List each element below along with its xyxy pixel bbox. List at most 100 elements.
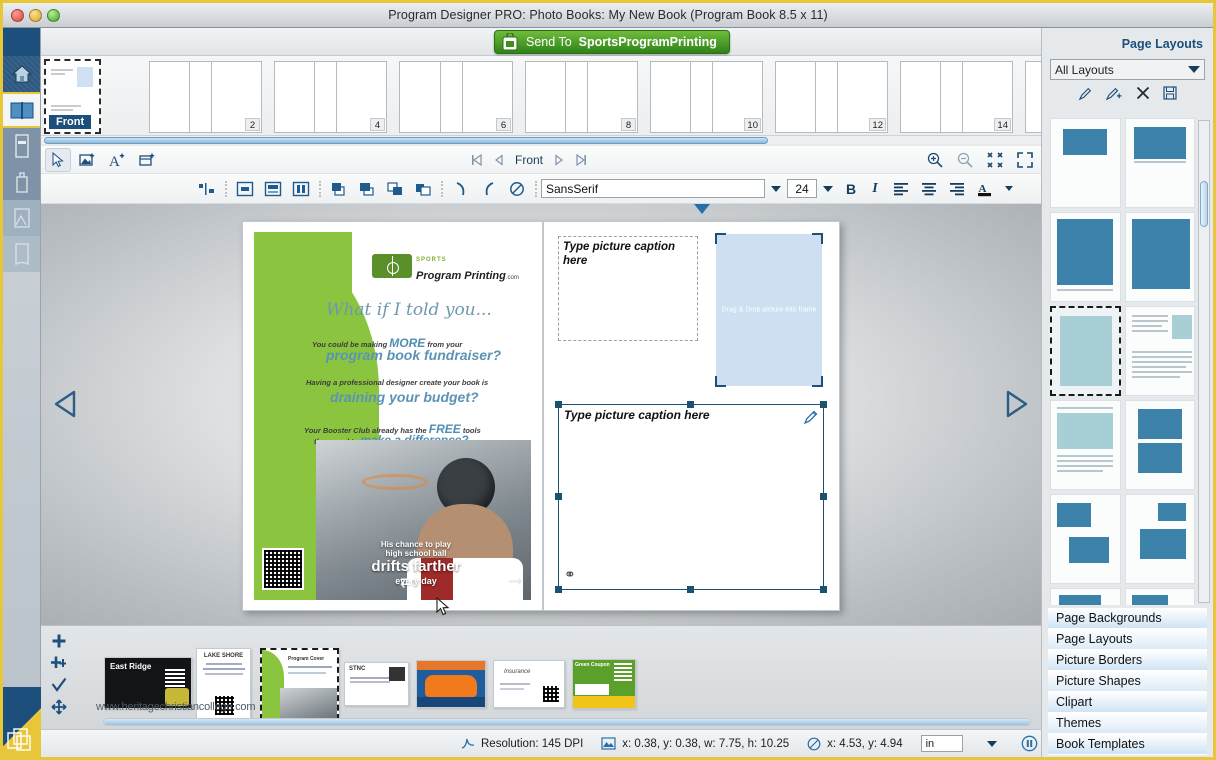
align-left-button[interactable] bbox=[890, 179, 912, 199]
layout-panel-scrollbar[interactable] bbox=[1198, 120, 1210, 603]
list-item[interactable]: STNC bbox=[344, 662, 409, 706]
bold-button[interactable]: B bbox=[841, 179, 861, 199]
picture-frame-large-selected[interactable]: Type picture caption here ⚭ bbox=[558, 404, 824, 590]
resize-handle-tl[interactable] bbox=[555, 401, 562, 408]
align-object-middle-icon[interactable] bbox=[262, 179, 284, 199]
zoom-in-button[interactable] bbox=[927, 152, 943, 168]
bring-to-front-icon[interactable] bbox=[328, 179, 350, 199]
bring-forward-icon[interactable] bbox=[356, 179, 378, 199]
page-strip-scrollbar[interactable] bbox=[41, 135, 1041, 144]
page-thumbnail-strip[interactable]: Front 1 2 3 4 5 6 7 8 9 10 11 12 13 14 1… bbox=[41, 56, 1041, 138]
layout-picture-over-text[interactable] bbox=[1050, 400, 1121, 490]
send-to-printing-button[interactable]: Send To SportsProgramPrinting bbox=[494, 30, 730, 54]
next-page-button[interactable] bbox=[553, 154, 565, 166]
chevron-down-icon[interactable] bbox=[1188, 66, 1200, 73]
list-item-selected[interactable]: Program Cover bbox=[260, 648, 339, 720]
layout-full-portrait-b[interactable] bbox=[1125, 212, 1196, 302]
italic-button[interactable]: I bbox=[865, 179, 885, 199]
font-family-input[interactable]: SansSerif bbox=[541, 179, 765, 198]
expand-button[interactable] bbox=[1017, 152, 1033, 168]
font-size-dropdown-icon[interactable] bbox=[823, 186, 833, 192]
accordion-item-clipart[interactable]: Clipart bbox=[1048, 692, 1207, 713]
layout-two-stacked[interactable] bbox=[1125, 400, 1196, 490]
page-strip-scroll-thumb[interactable] bbox=[44, 137, 768, 144]
layout-panel-scroll-thumb[interactable] bbox=[1200, 181, 1208, 227]
layout-single-top-wide[interactable] bbox=[1125, 118, 1196, 208]
resize-handle-br[interactable] bbox=[820, 586, 827, 593]
left-page-artwork[interactable]: SPORTS Program Printing.com What if I to… bbox=[254, 232, 531, 600]
layout-small-over-small[interactable] bbox=[1125, 588, 1196, 605]
send-backward-icon[interactable] bbox=[384, 179, 406, 199]
page-thumb-2[interactable]: 2 bbox=[211, 61, 262, 133]
approve-asset-button[interactable] bbox=[46, 674, 72, 696]
frame-corner-bl[interactable] bbox=[715, 376, 726, 387]
page-thumb-front[interactable]: Front bbox=[44, 59, 101, 134]
layout-filter-select[interactable]: All Layouts bbox=[1050, 59, 1205, 80]
previous-spread-button[interactable] bbox=[52, 389, 80, 419]
pause-button[interactable] bbox=[1021, 735, 1038, 752]
rotate-left-icon[interactable] bbox=[478, 179, 500, 199]
rail-home-icon[interactable] bbox=[3, 56, 40, 92]
fit-page-button[interactable] bbox=[987, 152, 1003, 168]
resize-handle-tr[interactable] bbox=[820, 401, 827, 408]
select-tool[interactable] bbox=[45, 148, 71, 172]
next-spread-button[interactable] bbox=[1002, 389, 1030, 419]
delete-layout-icon[interactable] bbox=[1136, 86, 1150, 101]
add-layout-icon[interactable] bbox=[1106, 86, 1123, 101]
text-spacing-icon[interactable] bbox=[196, 179, 218, 199]
picture-frame-selected[interactable]: Drag & Drop picture into frame bbox=[716, 234, 822, 386]
layout-full-bleed-selected[interactable] bbox=[1050, 306, 1121, 396]
frame-corner-tl[interactable] bbox=[715, 233, 726, 244]
accordion-item-picture-borders[interactable]: Picture Borders bbox=[1048, 650, 1207, 671]
save-layout-icon[interactable] bbox=[1163, 86, 1177, 101]
resize-handle-bm[interactable] bbox=[687, 586, 694, 593]
rail-bag-icon[interactable] bbox=[3, 164, 40, 200]
align-right-button[interactable] bbox=[946, 179, 968, 199]
layout-small-and-large[interactable] bbox=[1125, 494, 1196, 584]
frame-corner-tr[interactable] bbox=[812, 233, 823, 244]
right-page[interactable]: Type picture caption here Drag & Drop pi… bbox=[543, 221, 840, 611]
font-size-input[interactable]: 24 bbox=[787, 179, 817, 198]
text-color-dropdown-icon[interactable] bbox=[1005, 186, 1013, 191]
rail-book-icon[interactable] bbox=[3, 92, 40, 128]
layout-offset-pair[interactable] bbox=[1050, 494, 1121, 584]
rail-card-icon[interactable] bbox=[3, 128, 40, 164]
zoom-out-button[interactable] bbox=[957, 152, 973, 168]
no-color-icon[interactable] bbox=[506, 179, 528, 199]
asset-tray-scrollbar[interactable] bbox=[103, 718, 1031, 726]
rail-frame-icon[interactable] bbox=[3, 200, 40, 236]
layout-full-portrait-a[interactable] bbox=[1050, 212, 1121, 302]
list-item[interactable] bbox=[416, 660, 486, 708]
resize-handle-mr[interactable] bbox=[820, 493, 827, 500]
resize-handle-bl[interactable] bbox=[555, 586, 562, 593]
layout-text-with-inset[interactable] bbox=[1125, 306, 1196, 396]
add-picture-tool[interactable] bbox=[75, 148, 101, 172]
send-to-back-icon[interactable] bbox=[412, 179, 434, 199]
page-thumb-blank[interactable] bbox=[1025, 61, 1041, 133]
resize-handle-ml[interactable] bbox=[555, 493, 562, 500]
add-multiple-assets-button[interactable] bbox=[46, 652, 72, 674]
unit-dropdown-icon[interactable] bbox=[987, 741, 997, 747]
rotate-right-icon[interactable] bbox=[450, 179, 472, 199]
layout-grid[interactable] bbox=[1050, 118, 1195, 605]
rail-page-icon[interactable] bbox=[3, 236, 40, 272]
previous-page-button[interactable] bbox=[493, 154, 505, 166]
accordion-item-page-layouts[interactable]: Page Layouts bbox=[1048, 629, 1207, 650]
align-center-button[interactable] bbox=[918, 179, 940, 199]
list-item[interactable]: Insurance bbox=[493, 660, 565, 708]
add-text-tool[interactable]: A bbox=[105, 148, 131, 172]
resize-handle-tm[interactable] bbox=[687, 401, 694, 408]
page-thumb-14[interactable]: 14 bbox=[962, 61, 1013, 133]
link-frames-icon[interactable]: ⚭ bbox=[564, 566, 576, 583]
edit-layout-icon[interactable] bbox=[1078, 86, 1093, 101]
edit-caption-pencil-icon[interactable] bbox=[803, 409, 819, 425]
text-color-button[interactable]: A bbox=[974, 179, 996, 199]
left-page[interactable]: SPORTS Program Printing.com What if I to… bbox=[242, 221, 543, 611]
layout-big-over-small[interactable] bbox=[1050, 588, 1121, 605]
unit-select[interactable]: in bbox=[921, 735, 963, 752]
picture-caption-box-small[interactable]: Type picture caption here bbox=[558, 236, 698, 341]
page-thumb-12[interactable]: 12 bbox=[837, 61, 888, 133]
add-asset-button[interactable] bbox=[46, 630, 72, 652]
asset-tray-scroll-thumb[interactable] bbox=[104, 719, 1030, 725]
accordion-item-picture-shapes[interactable]: Picture Shapes bbox=[1048, 671, 1207, 692]
